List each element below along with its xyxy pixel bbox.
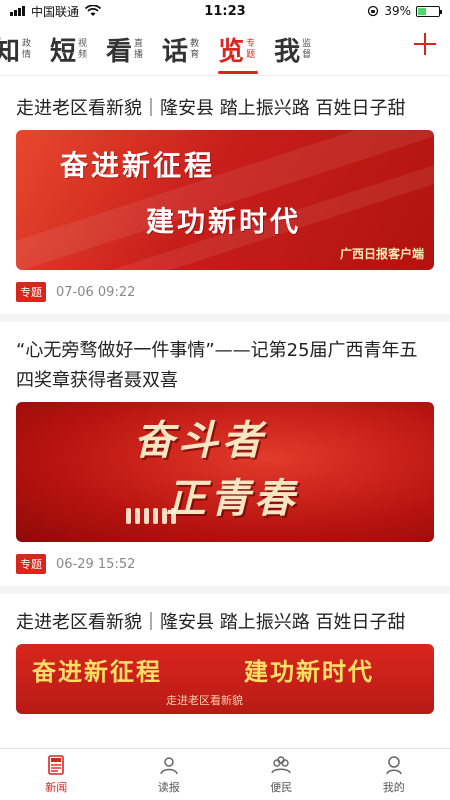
cover-headline: 正青春	[166, 475, 298, 522]
channel-zhi[interactable]: 知 政情	[0, 24, 42, 76]
cover-headline: 建功新时代	[146, 205, 302, 238]
status-bar: 中国联通 11:23 39%	[0, 0, 450, 22]
cover-headline: 奋斗者	[134, 417, 266, 464]
article-cover-image[interactable]: 奋进新征程 建功新时代 广西日报客户端	[16, 130, 434, 270]
channel-nav: 知 政情 短 视频 看 直播 话 教育 览 专题 我 监督	[0, 24, 450, 76]
channel-label: 看	[106, 37, 133, 67]
topic-badge: 专题	[16, 554, 46, 574]
profile-icon	[386, 756, 402, 775]
article-card[interactable]: 走进老区看新貌｜隆安县 踏上振兴路 百姓日子甜 奋进新征程 建功新时代 广西日报…	[0, 80, 450, 322]
channel-sub: 监督	[302, 38, 312, 60]
article-title[interactable]: 走进老区看新貌｜隆安县 踏上振兴路 百姓日子甜	[16, 94, 434, 124]
tab-label: 读报	[157, 781, 180, 794]
article-time: 06-29 15:52	[56, 556, 136, 572]
news-feed[interactable]: 走进老区看新貌｜隆安县 踏上振兴路 百姓日子甜 奋进新征程 建功新时代 广西日报…	[0, 80, 450, 748]
tab-label: 我的	[382, 781, 405, 794]
reader-icon	[160, 757, 178, 775]
channel-sub: 政情	[22, 38, 32, 60]
orientation-lock-icon	[368, 5, 379, 17]
article-title[interactable]: 走进老区看新貌｜隆安县 踏上振兴路 百姓日子甜	[16, 608, 434, 638]
channel-sub: 直播	[134, 38, 144, 60]
article-card[interactable]: “心无旁骛做好一件事情”——记第25届广西青年五四奖章获得者聂双喜 奋斗者 正青…	[0, 322, 450, 594]
channel-wo[interactable]: 我 监督	[266, 24, 322, 76]
cover-headline: 奋进新征程	[60, 149, 216, 182]
article-meta: 专题 07-06 09:22	[16, 270, 434, 314]
topic-badge: 专题	[16, 282, 46, 302]
cover-headline: 奋进新征程	[32, 658, 162, 686]
bottom-tab-bar: 新闻 读报 便民 我的	[0, 748, 450, 800]
channel-sub: 视频	[78, 38, 88, 60]
tab-reader[interactable]: 读报	[113, 749, 226, 800]
channel-label: 我	[274, 37, 301, 67]
channel-hua[interactable]: 话 教育	[154, 24, 210, 76]
channel-label: 短	[50, 37, 77, 67]
channel-label: 知	[0, 37, 21, 67]
channel-duan[interactable]: 短 视频	[42, 24, 98, 76]
channel-sub: 专题	[246, 38, 256, 60]
cover-brand: 广西日报客户端	[339, 247, 424, 261]
tab-community[interactable]: 便民	[225, 749, 338, 800]
clock: 11:23	[204, 3, 246, 19]
article-card[interactable]: 走进老区看新貌｜隆安县 踏上振兴路 百姓日子甜 奋进新征程 建功新时代 走进老区…	[0, 594, 450, 714]
channel-kan[interactable]: 看 直播	[98, 24, 154, 76]
channel-label: 话	[162, 37, 189, 67]
news-icon	[48, 755, 65, 775]
tab-profile[interactable]: 我的	[338, 749, 450, 800]
channel-lan[interactable]: 览 专题	[210, 24, 266, 76]
battery-percent: 39%	[384, 4, 411, 18]
article-meta: 专题 06-29 15:52	[16, 542, 434, 586]
article-time: 07-06 09:22	[56, 284, 136, 300]
community-icon	[271, 756, 291, 774]
cover-caption: 走进老区看新貌	[166, 694, 243, 707]
battery-icon	[416, 5, 442, 17]
runners-illustration	[126, 508, 176, 524]
article-cover-image[interactable]: 奋进新征程 建功新时代 走进老区看新貌	[16, 644, 434, 714]
article-cover-image[interactable]: 奋斗者 正青春	[16, 402, 434, 542]
tab-label: 便民	[270, 781, 293, 794]
tab-news[interactable]: 新闻	[0, 749, 113, 800]
channel-sub: 教育	[190, 38, 200, 60]
signal-icon	[10, 6, 25, 16]
channel-label: 览	[218, 37, 245, 67]
add-channel-button[interactable]	[414, 33, 436, 55]
tab-label: 新闻	[45, 781, 68, 794]
article-title[interactable]: “心无旁骛做好一件事情”——记第25届广西青年五四奖章获得者聂双喜	[16, 336, 434, 396]
wifi-icon	[85, 5, 102, 16]
cover-headline: 建功新时代	[244, 658, 374, 686]
carrier-label: 中国联通	[31, 4, 80, 19]
